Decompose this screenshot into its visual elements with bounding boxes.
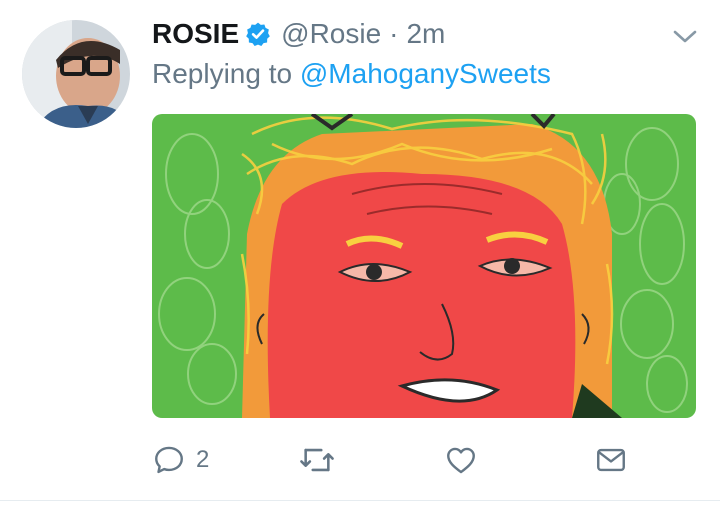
- reply-count: 2: [196, 446, 210, 473]
- retweet-button[interactable]: [298, 440, 336, 480]
- replying-prefix: Replying to: [152, 58, 300, 89]
- reply-mention-link[interactable]: @MahoganySweets: [300, 58, 551, 89]
- direct-message-button[interactable]: [594, 440, 628, 480]
- chevron-down-icon[interactable]: [672, 28, 698, 46]
- envelope-icon: [597, 448, 625, 472]
- replying-to-line: Replying to @MahoganySweets: [152, 58, 551, 90]
- like-button[interactable]: [444, 440, 478, 480]
- retweet-icon: [300, 448, 334, 472]
- tweet-media-image[interactable]: [152, 114, 696, 418]
- heart-icon: [447, 447, 475, 474]
- reply-button[interactable]: 2: [152, 440, 209, 480]
- reply-bubble-icon: [155, 446, 183, 474]
- separator-dot: ·: [389, 18, 399, 49]
- tweet-header: ROSIE @Rosie · 2m: [152, 14, 445, 54]
- user-handle[interactable]: @Rosie: [281, 18, 381, 50]
- tweet-actions: 2: [152, 440, 696, 480]
- display-name[interactable]: ROSIE: [152, 18, 239, 50]
- tweet-divider: [0, 500, 720, 501]
- profile-avatar[interactable]: [22, 20, 130, 128]
- timestamp[interactable]: 2m: [406, 18, 445, 50]
- verified-badge-icon: [246, 22, 270, 47]
